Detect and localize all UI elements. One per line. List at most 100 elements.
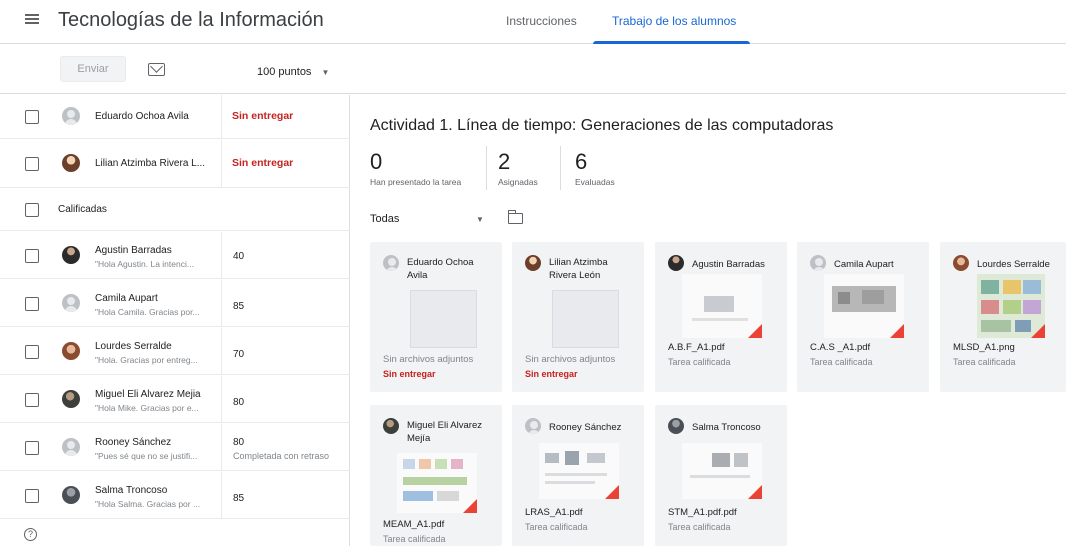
grade-value[interactable]: 80 (233, 437, 244, 448)
student-name: Lilian Atzimba Rivera L... (95, 158, 206, 169)
row-checkbox[interactable] (25, 249, 39, 263)
student-row[interactable]: Eduardo Ochoa Avila Sin entregar (0, 95, 350, 139)
filter-dropdown[interactable]: Todas ▼ (370, 213, 490, 225)
status-missing: Sin entregar (232, 110, 294, 122)
stat-value: 0 (370, 149, 383, 174)
card-student-name: Eduardo Ochoa Avila (407, 257, 474, 281)
avatar (668, 255, 684, 271)
folder-icon[interactable] (507, 210, 523, 224)
pdf-corner-icon (748, 485, 762, 499)
file-name[interactable]: LRAS_A1.pdf (525, 507, 583, 518)
column-divider (221, 376, 222, 422)
student-row[interactable]: Miguel Eli Alvarez Mejia "Hola Mike. Gra… (0, 376, 350, 423)
student-name: Salma Troncoso (95, 485, 168, 496)
grade-value[interactable]: 70 (233, 349, 244, 360)
row-checkbox[interactable] (25, 489, 39, 503)
submission-card[interactable]: Lourdes Serralde MLSD_A1.png Tarea calif… (940, 242, 1066, 392)
status-missing: Sin entregar (232, 157, 294, 169)
avatar (62, 342, 80, 360)
avatar (62, 438, 80, 456)
file-name[interactable]: MLSD_A1.png (953, 342, 1015, 353)
column-divider (221, 95, 222, 138)
submission-card[interactable]: Miguel Eli Alvarez Mejía MEAM_A1.pdf Tar… (370, 405, 502, 546)
file-thumbnail (977, 274, 1045, 338)
points-dropdown[interactable]: 100 puntos ▼ (257, 66, 329, 78)
hamburger-menu-icon[interactable] (23, 12, 41, 30)
column-divider (221, 280, 222, 326)
chevron-down-icon: ▼ (476, 215, 484, 224)
row-checkbox[interactable] (25, 110, 39, 124)
student-row[interactable]: Camila Aupart "Hola Camila. Gracias por.… (0, 280, 350, 327)
avatar (383, 255, 399, 271)
avatar (62, 294, 80, 312)
grade-value[interactable]: 85 (233, 301, 244, 312)
avatar (62, 486, 80, 504)
email-icon[interactable] (148, 63, 165, 76)
file-name[interactable]: MEAM_A1.pdf (383, 519, 444, 530)
file-name[interactable]: STM_A1.pdf.pdf (668, 507, 737, 518)
student-row[interactable]: Lourdes Serralde "Hola. Gracias por entr… (0, 328, 350, 375)
file-thumbnail (682, 443, 762, 499)
avatar (62, 390, 80, 408)
submission-card[interactable]: Lilian Atzimba Rivera León Sin archivos … (512, 242, 644, 392)
submission-card[interactable]: Rooney Sánchez LRAS_A1.pdf Tarea calific… (512, 405, 644, 546)
tab-instructions[interactable]: Instrucciones (506, 14, 577, 28)
row-checkbox[interactable] (25, 393, 39, 407)
section-checkbox[interactable] (25, 203, 39, 217)
grade-value[interactable]: 85 (233, 493, 244, 504)
pdf-corner-icon (463, 499, 477, 513)
section-label: Calificadas (58, 204, 107, 215)
submission-card[interactable]: Camila Aupart C.A.S _A1.pdf Tarea califi… (797, 242, 929, 392)
chevron-down-icon: ▼ (321, 68, 330, 77)
pdf-corner-icon (748, 324, 762, 338)
toolbar: Enviar 100 puntos ▼ (0, 44, 1066, 94)
stat-divider (560, 146, 561, 190)
stat-value: 6 (575, 149, 588, 174)
stat-graded: 6 Evaluadas (575, 149, 615, 188)
row-checkbox[interactable] (25, 345, 39, 359)
top-bar: Tecnologías de la Información Instruccio… (0, 0, 1066, 44)
submission-status: Tarea calificada (668, 357, 731, 367)
avatar (525, 418, 541, 434)
card-student-name: Lourdes Serralde (977, 259, 1050, 270)
file-name[interactable]: A.B.F_A1.pdf (668, 342, 725, 353)
help-icon[interactable]: ? (24, 528, 37, 541)
private-comment: "Hola Camila. Gracias por... (95, 307, 200, 317)
filter-value: Todas (370, 213, 400, 225)
student-row[interactable]: Agustin Barradas "Hola Agustin. La inten… (0, 232, 350, 279)
private-comment: "Pues sé que no se justifi... (95, 451, 198, 461)
student-row[interactable]: Salma Troncoso "Hola Salma. Gracias por … (0, 472, 350, 519)
grade-value[interactable]: 40 (233, 251, 244, 262)
row-checkbox[interactable] (25, 441, 39, 455)
tab-student-work[interactable]: Trabajo de los alumnos (612, 14, 736, 28)
card-student-name: Camila Aupart (834, 259, 894, 270)
stat-turned-in: 0 Han presentado la tarea (370, 149, 461, 188)
submission-status: Tarea calificada (383, 534, 446, 544)
submission-status: Tarea calificada (810, 357, 873, 367)
submission-card[interactable]: Agustin Barradas A.B.F_A1.pdf Tarea cali… (655, 242, 787, 392)
grade-value[interactable]: 80 (233, 397, 244, 408)
submission-card[interactable]: Eduardo Ochoa Avila Sin archivos adjunto… (370, 242, 502, 392)
student-row[interactable]: Lilian Atzimba Rivera L... Sin entregar (0, 140, 350, 188)
submission-status: Tarea calificada (525, 522, 588, 532)
submission-card[interactable]: Salma Troncoso STM_A1.pdf.pdf Tarea cali… (655, 405, 787, 546)
file-name[interactable]: C.A.S _A1.pdf (810, 342, 870, 353)
submission-status: Tarea calificada (953, 357, 1016, 367)
student-list: Eduardo Ochoa Avila Sin entregar Lilian … (0, 95, 350, 546)
card-student-name: Rooney Sánchez (549, 422, 622, 433)
file-thumbnail (539, 443, 619, 499)
attachment-status: Sin archivos adjuntos (525, 354, 616, 365)
pdf-corner-icon (890, 324, 904, 338)
row-checkbox[interactable] (25, 297, 39, 311)
private-comment: "Hola Mike. Gracias por e... (95, 403, 199, 413)
points-value: 100 puntos (257, 66, 312, 78)
attachment-status: Sin archivos adjuntos (383, 354, 474, 365)
empty-attachment-placeholder (410, 290, 477, 348)
avatar (62, 154, 80, 172)
row-checkbox[interactable] (25, 157, 39, 171)
stat-label: Asignadas (498, 177, 538, 187)
submission-status: Tarea calificada (668, 522, 731, 532)
send-button[interactable]: Enviar (60, 56, 126, 82)
student-row[interactable]: Rooney Sánchez "Pues sé que no se justif… (0, 424, 350, 471)
stat-label: Evaluadas (575, 177, 615, 187)
